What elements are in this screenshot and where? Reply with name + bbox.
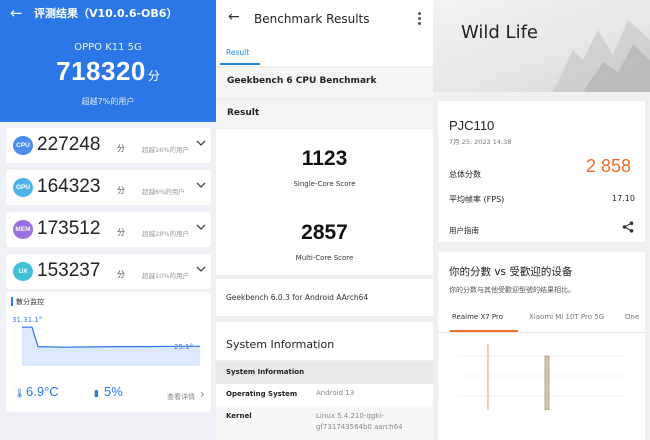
comparison-title: 你的分數 vs 受歡迎的设备 <box>449 266 573 278</box>
wildlife-panel: Wild Life PJC110 7月 25, 2023 14:38 总体分数 … <box>433 0 650 440</box>
total-score-value: 718320 <box>56 56 146 86</box>
sys-info-key: Kernel <box>226 412 252 420</box>
total-score-label: 总体分数 <box>449 170 481 179</box>
device-model: PJC110 <box>449 118 495 133</box>
geekbench-appbar: ← Benchmark Results Result <box>216 0 433 66</box>
sys-info-row: System Information <box>216 362 433 384</box>
chevron-down-icon[interactable] <box>196 222 206 232</box>
scores-card: 1123 Single-Core Score 2857 Multi-Core S… <box>216 129 433 275</box>
score-value: 164323 <box>37 176 101 197</box>
fps-value: 17.10 <box>612 194 635 203</box>
wildlife-artwork <box>553 20 650 92</box>
cpu-badge: CPU <box>13 136 33 155</box>
total-score-value: 2 858 <box>586 156 632 176</box>
antutu-title: 评测结果（V10.0.6-OB6） <box>34 7 178 20</box>
system-info-header: System Information <box>216 322 433 360</box>
geekbench-title: Benchmark Results <box>254 12 370 26</box>
tab-indicator <box>220 63 260 65</box>
more-vertical-icon[interactable] <box>418 12 421 26</box>
sys-info-value: Linux 5.4.210-qgki-gf731743564b0 aarch64 <box>316 412 403 431</box>
geekbench-version: Geekbench 6.0.3 for Android AArch64 <box>216 279 433 316</box>
section-marker <box>11 297 13 306</box>
result-header: Result <box>216 100 433 128</box>
wildlife-hero: Wild Life <box>433 0 650 92</box>
tab-device[interactable]: Xiaomi Mi 10T Pro 5G <box>529 313 604 321</box>
battery-drop: 5% <box>104 384 123 399</box>
sys-info-row: Operating System Android 13 <box>216 384 433 406</box>
multi-core-score: 2857 <box>301 221 348 244</box>
score-unit: 分 <box>117 228 125 237</box>
score-value: 173512 <box>37 218 101 239</box>
divider <box>438 332 645 333</box>
beat-percent: 超越10%的用户 <box>142 272 189 280</box>
temperature-title: 散分监控 <box>16 298 44 306</box>
chevron-down-icon[interactable] <box>196 138 206 148</box>
back-icon[interactable]: ← <box>228 9 240 25</box>
temperature-rise: 6.9°C <box>26 384 59 399</box>
chevron-right-icon[interactable]: › <box>200 387 205 401</box>
temperature-monitor: 散分监控 31.31.1° 25.1° 🌡 6.9°C ▮ 5% 查看详情 › <box>6 292 211 412</box>
sys-info-value: Android 13 <box>316 389 355 397</box>
result-card: PJC110 7月 25, 2023 14:38 总体分数 2 858 平均帧率… <box>438 101 645 242</box>
antutu-panel: ← 评测结果（V10.0.6-OB6） OPPO K11 5G 718320 分 … <box>0 0 216 440</box>
tab-device[interactable]: One <box>625 313 639 321</box>
comparison-subtitle: 你的分数与其他受歡迎型號的结果相比。 <box>449 286 575 294</box>
mem-badge: MEM <box>13 220 33 239</box>
score-value: 227248 <box>37 134 101 155</box>
fps-label: 平均帧率 (FPS) <box>449 195 505 204</box>
single-core-label: Single-Core Score <box>293 180 356 188</box>
back-icon[interactable]: ← <box>10 4 23 22</box>
tab-result[interactable]: Result <box>226 48 249 57</box>
end-temp-label: 25.1° <box>174 343 194 351</box>
beat-percent: 超越16%的用户 <box>142 146 189 154</box>
tab-device[interactable]: Realme X7 Pro <box>452 313 503 321</box>
sys-info-row: Kernel Linux 5.4.210-qgki-gf731743564b0 … <box>216 406 433 440</box>
single-core-score: 1123 <box>301 147 348 170</box>
thermometer-icon: 🌡 <box>14 389 26 399</box>
score-unit: 分 <box>117 186 125 195</box>
geekbench-panel: ← Benchmark Results Result Geekbench 6 C… <box>216 0 433 440</box>
antutu-header: ← 评测结果（V10.0.6-OB6） OPPO K11 5G 718320 分 … <box>0 0 216 122</box>
gpu-badge: GPU <box>13 178 33 197</box>
benchmark-name: Geekbench 6 CPU Benchmark <box>216 68 433 98</box>
wildlife-title: Wild Life <box>461 22 538 43</box>
beat-percent: 超越6%的用户 <box>142 188 185 196</box>
device-model: OPPO K11 5G <box>74 42 142 53</box>
score-unit: 分 <box>117 270 125 279</box>
chevron-down-icon[interactable] <box>196 264 206 274</box>
score-unit: 分 <box>117 144 125 153</box>
score-row-cpu[interactable]: CPU 227248 分 超越16%的用户 <box>6 128 211 163</box>
ux-badge: UX <box>13 262 33 281</box>
score-row-gpu[interactable]: GPU 164323 分 超越6%的用户 <box>6 170 211 205</box>
score-value: 153237 <box>37 260 101 281</box>
user-guide-link[interactable]: 用户指南 <box>449 225 479 236</box>
beat-percent: 超越28%的用户 <box>142 230 189 238</box>
device-score-bar <box>544 355 550 410</box>
test-date: 7月 25, 2023 14:38 <box>449 138 512 146</box>
sys-info-key: System Information <box>226 368 305 376</box>
score-row-mem[interactable]: MEM 173512 分 超越28%的用户 <box>6 212 211 247</box>
comparison-chart <box>458 344 628 410</box>
total-score-unit: 分 <box>147 69 160 83</box>
share-icon[interactable] <box>622 221 634 233</box>
total-score: 718320 分 <box>0 56 216 87</box>
score-row-ux[interactable]: UX 153237 分 超越10%的用户 <box>6 254 211 289</box>
total-beat-text: 超越7%的用户 <box>81 97 135 106</box>
comparison-card: 你的分數 vs 受歡迎的设备 你的分数与其他受歡迎型號的结果相比。 Realme… <box>438 252 645 440</box>
sys-info-key: Operating System <box>226 390 298 398</box>
battery-icon: ▮ <box>94 389 99 399</box>
chevron-down-icon[interactable] <box>196 180 206 190</box>
multi-core-label: Multi-Core Score <box>295 254 354 262</box>
view-details-link[interactable]: 查看详情 <box>167 392 195 402</box>
